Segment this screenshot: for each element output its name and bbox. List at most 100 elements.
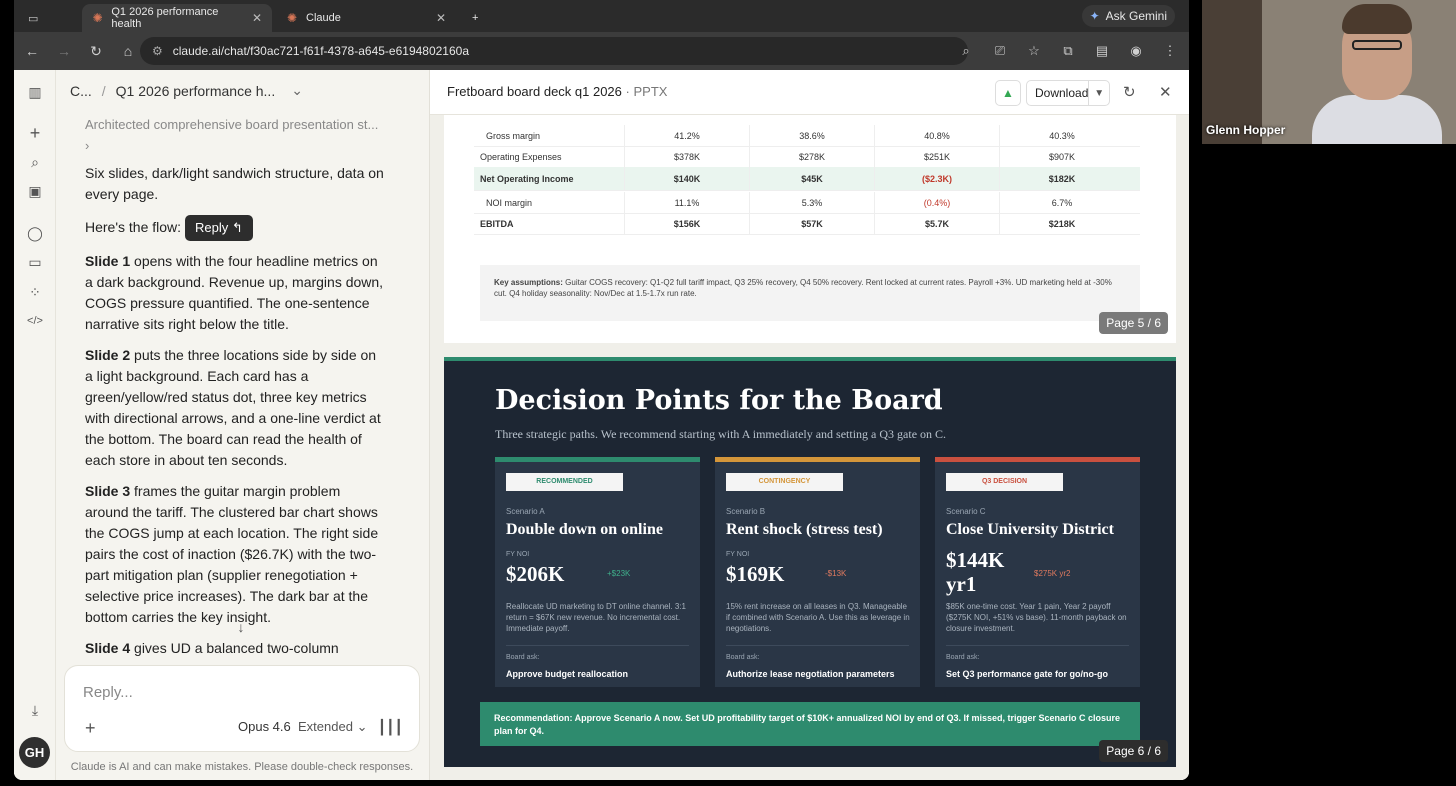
ask-gemini-button[interactable]: ✦ Ask Gemini <box>1081 5 1175 27</box>
table-cell: $907K <box>999 146 1124 167</box>
table-cell: 40.8% <box>874 125 999 146</box>
table-cell-negative: ($2.3K) <box>874 167 999 190</box>
participant-glasses <box>1352 40 1402 50</box>
board-ask: Set Q3 performance gate for go/no-go <box>946 669 1109 679</box>
chat-title[interactable]: Q1 2026 performance h... <box>116 83 276 99</box>
table-cell: $251K <box>874 146 999 167</box>
menu-kebab-icon[interactable]: ⋮ <box>1157 37 1183 65</box>
scenario-name: Double down on online <box>506 521 663 538</box>
row-label: Gross margin <box>486 130 541 141</box>
status-badge: RECOMMENDED <box>506 473 623 491</box>
left-rail: ▥ + ⌕ ▣ ◯ ▭ ⁘ </> ⤓ GH <box>14 70 56 780</box>
board-ask-label: Board ask: <box>726 654 760 661</box>
table-cell: 11.1% <box>624 192 749 213</box>
url-text: claude.ai/chat/f30ac721-f61f-4378-a645-e… <box>172 44 470 58</box>
download-button[interactable]: Download ▼ <box>1026 80 1110 106</box>
refresh-icon[interactable]: ↻ <box>1123 83 1136 101</box>
divider <box>506 645 689 646</box>
reply-tooltip-button[interactable]: Reply ↰ <box>185 215 253 241</box>
forward-icon[interactable]: → <box>50 37 78 65</box>
composer-placeholder[interactable]: Reply... <box>83 684 133 701</box>
chevron-down-icon[interactable]: ▼ <box>1088 81 1109 105</box>
back-icon[interactable]: ← <box>18 37 46 65</box>
tab-claude[interactable]: ✺ Claude ✕ <box>276 4 456 32</box>
scenario-label: Scenario A <box>506 507 545 516</box>
browser-window: ▭ ✺ Q1 2026 performance health ✕ ✺ Claud… <box>14 0 1189 780</box>
new-tab-button[interactable]: + <box>462 4 490 32</box>
message-paragraph: Slide 3 frames the guitar margin problem… <box>85 481 385 628</box>
table-cell: $218K <box>999 213 1124 234</box>
close-tab-icon[interactable]: ✕ <box>252 11 262 25</box>
model-selector[interactable]: Opus 4.6 Extended ⌄ <box>238 719 367 735</box>
breadcrumb-separator: / <box>101 82 106 99</box>
table-row-highlight: Net Operating Income $140K $45K ($2.3K) … <box>474 167 1140 191</box>
projects-icon[interactable]: ▣ <box>25 181 45 201</box>
chevron-right-icon: › <box>85 138 90 153</box>
sidepanel-icon[interactable]: ▤ <box>1089 37 1115 65</box>
user-avatar[interactable]: GH <box>19 737 50 768</box>
tab-search-button[interactable]: ▭ <box>18 4 78 32</box>
recommendation-bar: Recommendation: Approve Scenario A now. … <box>480 702 1140 746</box>
chevron-down-icon[interactable]: ⌄ <box>291 82 303 99</box>
message-paragraph: Slide 4 gives UD a balanced two-column <box>85 638 385 659</box>
chat-panel: C... / Q1 2026 performance h... ⌄ Archit… <box>56 70 428 780</box>
apps-grid-icon[interactable]: ⁘ <box>25 282 45 302</box>
new-chat-icon[interactable]: + <box>25 123 45 143</box>
cast-icon[interactable]: ⎚ <box>987 37 1013 65</box>
address-bar-row: ← → ↻ ⌂ ⚙ claude.ai/chat/f30ac721-f61f-4… <box>14 32 1189 70</box>
bookmark-star-icon[interactable]: ☆ <box>1021 37 1047 65</box>
message-paragraph: Here's the flow: Reply ↰ <box>85 215 385 241</box>
message-paragraph: Slide 1 opens with the four headline met… <box>85 251 385 335</box>
slide-lead: Slide 3 <box>85 483 131 499</box>
attach-plus-icon[interactable]: + <box>85 718 96 739</box>
home-icon[interactable]: ⌂ <box>114 37 142 65</box>
noi-value: $206K <box>506 562 565 586</box>
scenario-description: 15% rent increase on all leases in Q3. M… <box>726 602 910 633</box>
message-paragraph: Slide 2 puts the three locations side by… <box>85 345 385 471</box>
slide-text: gives UD a balanced two-column <box>130 640 339 656</box>
thinking-summary[interactable]: Architected comprehensive board presenta… <box>85 114 385 156</box>
tab-q1-performance[interactable]: ✺ Q1 2026 performance health ✕ <box>82 4 272 32</box>
breadcrumb-root[interactable]: C... <box>70 83 92 99</box>
scenario-label: Scenario C <box>946 507 986 516</box>
artifacts-icon[interactable]: ▭ <box>25 252 45 272</box>
close-icon[interactable]: ✕ <box>1159 83 1172 101</box>
reply-label: Reply <box>195 220 229 235</box>
close-tab-icon[interactable]: ✕ <box>436 11 446 25</box>
model-name: Opus 4.6 <box>238 719 291 734</box>
scenario-name: Close University District <box>946 521 1114 538</box>
row-label: Net Operating Income <box>480 173 574 184</box>
slide-text: opens with the four headline metrics on … <box>85 253 384 332</box>
slide-title: Decision Points for the Board <box>495 385 943 416</box>
page-indicator: Page 6 / 6 <box>1099 740 1168 762</box>
download-icon[interactable]: ⤓ <box>25 700 45 720</box>
reload-icon[interactable]: ↻ <box>82 37 110 65</box>
flow-text: Here's the flow: <box>85 219 182 235</box>
reply-composer[interactable]: Reply... + Opus 4.6 Extended ⌄ ┃┃┃ <box>64 665 420 752</box>
site-info-icon[interactable]: ⚙ <box>152 44 163 58</box>
artifact-name: Fretboard board deck q1 2026 <box>447 84 622 99</box>
artifact-panel: Fretboard board deck q1 2026 · PPTX ▲ Do… <box>429 70 1189 780</box>
table-cell: $278K <box>749 146 874 167</box>
divider <box>946 645 1129 646</box>
table-cell: $378K <box>624 146 749 167</box>
url-field[interactable]: ⚙ claude.ai/chat/f30ac721-f61f-4378-a645… <box>140 37 968 65</box>
voice-waveform-icon[interactable]: ┃┃┃ <box>378 719 403 736</box>
status-badge: CONTINGENCY <box>726 473 843 491</box>
divider <box>726 645 909 646</box>
google-drive-icon[interactable]: ▲ <box>995 80 1021 106</box>
sidebar-toggle-icon[interactable]: ▥ <box>25 82 45 102</box>
table-cell: 38.6% <box>749 125 874 146</box>
zoom-icon[interactable]: ⌕ <box>953 37 979 65</box>
profile-avatar-icon[interactable]: ◉ <box>1123 37 1149 65</box>
key-assumptions-box: Key assumptions: Guitar COGS recovery: Q… <box>480 265 1140 321</box>
chats-icon[interactable]: ◯ <box>25 223 45 243</box>
scroll-down-arrow-icon[interactable]: ↓ <box>230 619 252 641</box>
extensions-icon[interactable]: ⧉ <box>1055 37 1081 65</box>
assumptions-label: Key assumptions: <box>494 278 563 287</box>
search-icon[interactable]: ⌕ <box>25 152 45 172</box>
row-label: Operating Expenses <box>480 151 562 162</box>
code-icon[interactable]: </> <box>25 311 45 331</box>
noi-delta: $275K yr2 <box>1034 569 1071 578</box>
scenario-card-b: CONTINGENCY Scenario B Rent shock (stres… <box>715 457 920 687</box>
